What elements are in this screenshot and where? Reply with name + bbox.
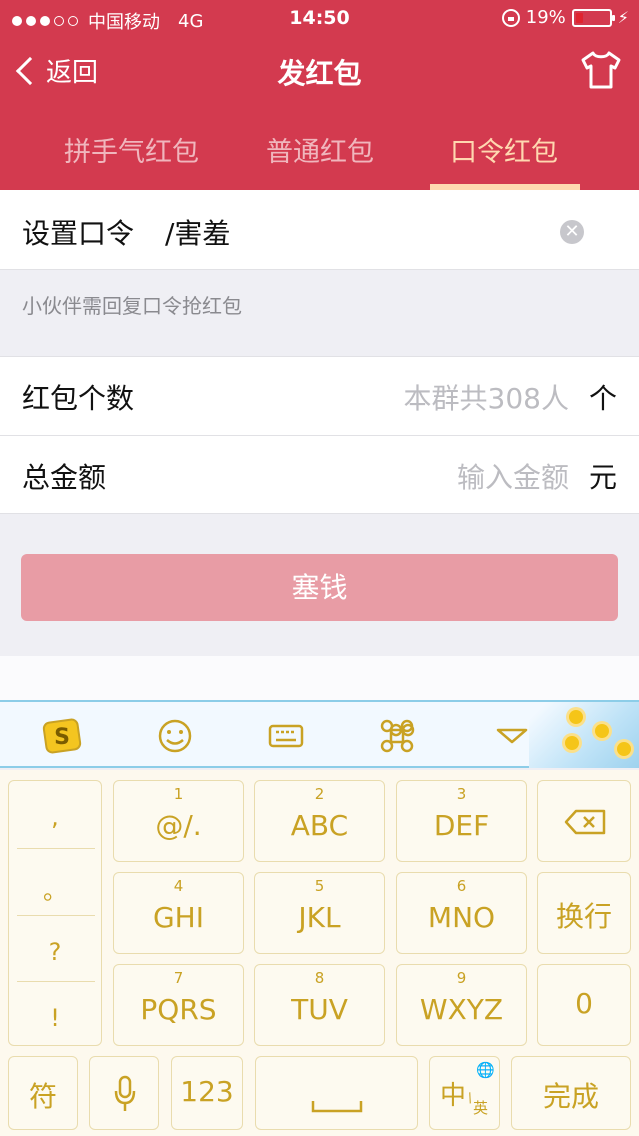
charging-icon: ⚡ xyxy=(617,8,629,27)
key-2[interactable]: 2 ABC xyxy=(254,780,385,862)
key-label: 换行 xyxy=(555,900,612,933)
divider xyxy=(0,656,639,700)
svg-text:S: S xyxy=(54,725,70,750)
battery-icon xyxy=(571,8,615,27)
key-number: 8 xyxy=(314,969,325,987)
key-exclaim[interactable]: ! xyxy=(9,1004,101,1032)
key-5[interactable]: 5 JKL xyxy=(254,872,385,954)
keyboard-skin-image xyxy=(529,702,639,768)
collapse-keyboard-icon[interactable] xyxy=(492,716,532,756)
emoji-icon[interactable] xyxy=(155,716,195,756)
key-8[interactable]: 8 TUV xyxy=(254,964,385,1046)
punctuation-column[interactable]: , 。 ? ! xyxy=(8,780,102,1046)
tab-password-packet[interactable]: 口令红包 xyxy=(450,130,558,169)
password-label: 设置口令 xyxy=(22,217,135,250)
microphone-icon xyxy=(114,1075,136,1111)
tshirt-icon[interactable] xyxy=(579,50,623,90)
key-label: GHI xyxy=(152,901,204,934)
submit-button[interactable]: 塞钱 xyxy=(21,554,618,621)
key-number: 1 xyxy=(173,785,184,803)
key-label: @/. xyxy=(155,809,202,842)
tab-bar: 拼手气红包 普通红包 口令红包 xyxy=(0,108,639,190)
key-label: PQRS xyxy=(140,993,217,1026)
page-title: 发红包 xyxy=(277,57,362,90)
key-number: 6 xyxy=(456,877,467,895)
key-1[interactable]: 1 @/. xyxy=(113,780,244,862)
key-question[interactable]: ? xyxy=(9,938,101,966)
amount-input[interactable]: 输入金额 xyxy=(457,456,569,496)
key-number: 7 xyxy=(173,969,184,987)
voice-key[interactable] xyxy=(89,1056,159,1130)
key-number: 5 xyxy=(314,877,325,895)
amount-unit: 元 xyxy=(588,461,617,494)
space-key[interactable] xyxy=(255,1056,418,1130)
key-9[interactable]: 9 WXYZ xyxy=(396,964,527,1046)
key-label: ABC xyxy=(290,809,349,842)
globe-icon: 🌐 xyxy=(476,1061,495,1079)
numbers-key[interactable]: 123 xyxy=(171,1056,243,1130)
clear-icon[interactable]: ✕ xyxy=(560,220,584,244)
key-3[interactable]: 3 DEF xyxy=(396,780,527,862)
key-number: 9 xyxy=(456,969,467,987)
rotation-lock-icon xyxy=(501,8,520,27)
key-label: WXYZ xyxy=(419,993,504,1026)
key-number: 2 xyxy=(314,785,325,803)
amount-field[interactable]: 总金额 输入金额 元 xyxy=(0,436,639,514)
language-switch-key[interactable]: 中 / 英 🌐 xyxy=(429,1056,500,1130)
key-0[interactable]: 0 xyxy=(537,964,631,1046)
key-label: TUV xyxy=(291,993,348,1026)
count-input[interactable]: 本群共308人 xyxy=(404,377,569,417)
count-unit: 个 xyxy=(588,382,617,415)
key-7[interactable]: 7 PQRS xyxy=(113,964,244,1046)
keyboard-toolbar: S xyxy=(0,700,639,768)
key-label: 完成 xyxy=(542,1080,599,1113)
header: 中国移动 4G 14:50 19% ⚡ 返回 发红包 拼手气红包 普通红包 口令… xyxy=(0,0,639,190)
key-label: MNO xyxy=(427,901,496,934)
lang-main-label: 中 xyxy=(440,1081,467,1111)
key-label: 符 xyxy=(28,1080,57,1113)
key-number: 4 xyxy=(173,877,184,895)
tab-normal-packet[interactable]: 普通红包 xyxy=(266,130,374,169)
done-key[interactable]: 完成 xyxy=(511,1056,631,1130)
count-label: 红包个数 xyxy=(22,382,135,415)
password-field[interactable]: 设置口令 /害羞 xyxy=(0,190,639,270)
key-number: 3 xyxy=(456,785,467,803)
symbols-key[interactable]: 符 xyxy=(8,1056,78,1130)
command-icon[interactable] xyxy=(377,716,417,756)
key-comma[interactable]: , xyxy=(9,803,101,831)
key-label: DEF xyxy=(433,809,490,842)
key-period[interactable]: 。 xyxy=(9,871,101,906)
key-4[interactable]: 4 GHI xyxy=(113,872,244,954)
key-6[interactable]: 6 MNO xyxy=(396,872,527,954)
password-input[interactable]: /害羞 xyxy=(165,212,230,252)
keyboard-icon[interactable] xyxy=(266,716,306,756)
backspace-key[interactable] xyxy=(537,780,631,862)
battery-percent: 19% xyxy=(525,7,566,28)
packet-count-field[interactable]: 红包个数 本群共308人 个 xyxy=(0,356,639,436)
sogou-logo-icon[interactable]: S xyxy=(42,716,82,756)
key-label: 123 xyxy=(180,1075,234,1108)
space-icon xyxy=(311,1101,363,1113)
navigation-bar: 返回 发红包 xyxy=(0,38,639,108)
newline-key[interactable]: 换行 xyxy=(537,872,631,954)
amount-label: 总金额 xyxy=(22,461,107,494)
lang-sub-label: 英 xyxy=(473,1099,489,1117)
key-label: JKL xyxy=(298,901,341,934)
password-hint: 小伙伴需回复口令抢红包 xyxy=(22,294,242,318)
key-label: 0 xyxy=(575,987,593,1020)
backspace-icon xyxy=(564,809,606,835)
status-bar: 中国移动 4G 14:50 19% ⚡ xyxy=(0,0,639,38)
tab-lucky-packet[interactable]: 拼手气红包 xyxy=(64,130,199,169)
